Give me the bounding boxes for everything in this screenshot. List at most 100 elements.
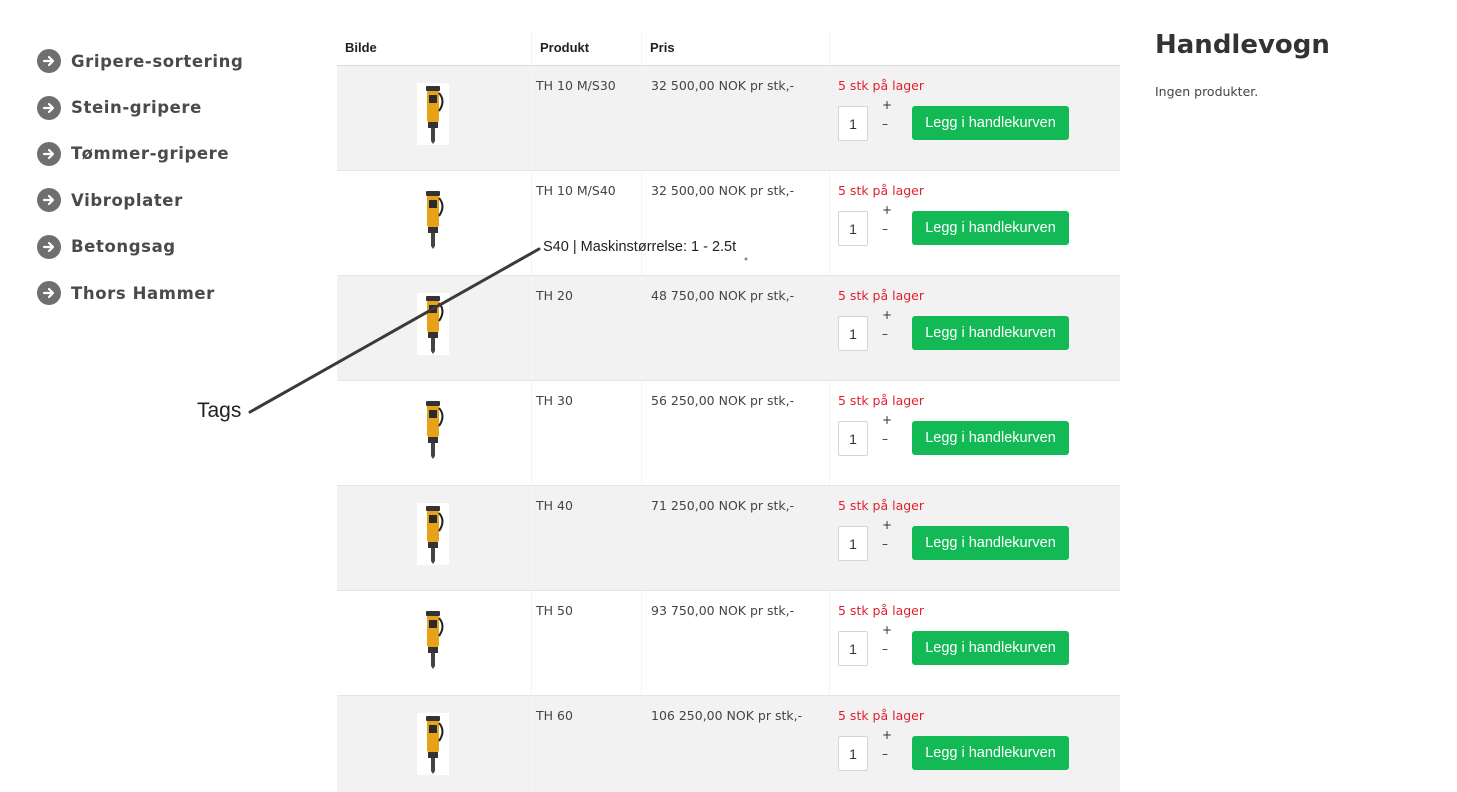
sidebar-item-label: Thors Hammer	[71, 283, 215, 303]
sidebar-item-stein-gripere[interactable]: Stein-gripere	[37, 84, 297, 130]
arrow-right-circle-icon	[37, 281, 61, 306]
product-thumbnail[interactable]	[417, 713, 449, 775]
sidebar-item-betongsag[interactable]: Betongsag	[37, 224, 297, 270]
stock-status: 5 stk på lager	[838, 78, 925, 93]
quantity-increment-button[interactable]: +	[882, 413, 892, 427]
quantity-decrement-button[interactable]: –	[882, 642, 888, 656]
quantity-input[interactable]: 1	[838, 421, 868, 456]
add-to-cart-button[interactable]: Legg i handlekurven	[912, 421, 1069, 455]
add-to-cart-button[interactable]: Legg i handlekurven	[912, 526, 1069, 560]
stock-status: 5 stk på lager	[838, 603, 925, 618]
product-thumbnail[interactable]	[417, 608, 449, 670]
add-to-cart-button[interactable]: Legg i handlekurven	[912, 631, 1069, 665]
column-header-image: Bilde	[337, 31, 532, 65]
quantity-decrement-button[interactable]: –	[882, 117, 888, 131]
product-name[interactable]: TH 10 M/S30	[532, 66, 642, 170]
table-row: TH 30 56 250,00 NOK pr stk,- 5 stk på lage…	[337, 381, 1120, 486]
arrow-right-circle-icon	[37, 49, 61, 74]
image-cell	[337, 591, 532, 695]
product-thumbnail[interactable]	[417, 293, 449, 355]
product-name[interactable]: TH 50	[532, 591, 642, 695]
quantity-input[interactable]: 1	[838, 106, 868, 141]
quantity-increment-button[interactable]: +	[882, 98, 892, 112]
product-price: 93 750,00 NOK pr stk,-	[642, 591, 830, 695]
quantity-input[interactable]: 1	[838, 211, 868, 246]
arrow-right-circle-icon	[37, 188, 61, 213]
product-thumbnail[interactable]	[417, 188, 449, 250]
cart-empty-text: Ingen produkter.	[1155, 84, 1259, 99]
quantity-increment-button[interactable]: +	[882, 308, 892, 322]
product-name[interactable]: TH 40	[532, 486, 642, 590]
actions-cell: 5 stk på lager 1 + – Legg i handlekurven	[830, 381, 1120, 485]
quantity-increment-button[interactable]: +	[882, 203, 892, 217]
quantity-increment-button[interactable]: +	[882, 518, 892, 532]
product-price: 106 250,00 NOK pr stk,-	[642, 696, 830, 792]
product-name[interactable]: TH 60	[532, 696, 642, 792]
product-thumbnail[interactable]	[417, 398, 449, 460]
add-to-cart-button[interactable]: Legg i handlekurven	[912, 736, 1069, 770]
actions-cell: 5 stk på lager 1 + – Legg i handlekurven	[830, 591, 1120, 695]
actions-cell: 5 stk på lager 1 + – Legg i handlekurven	[830, 486, 1120, 590]
table-row: TH 60 106 250,00 NOK pr stk,- 5 stk på lag…	[337, 696, 1120, 792]
sidebar-item-label: Vibroplater	[71, 190, 183, 210]
product-thumbnail[interactable]	[417, 503, 449, 565]
cart-title: Handlevogn	[1155, 30, 1330, 60]
product-name[interactable]: TH 30	[532, 381, 642, 485]
sidebar-item-label: Stein-gripere	[71, 98, 202, 118]
stock-status: 5 stk på lager	[838, 393, 925, 408]
quantity-input[interactable]: 1	[838, 316, 868, 351]
quantity-input[interactable]: 1	[838, 631, 868, 666]
table-row: TH 20 48 750,00 NOK pr stk,- 5 stk på lage…	[337, 276, 1120, 381]
image-cell	[337, 171, 532, 275]
actions-cell: 5 stk på lager 1 + – Legg i handlekurven	[830, 696, 1120, 792]
sidebar-item-label: Betongsag	[71, 237, 176, 257]
image-cell	[337, 381, 532, 485]
table-header: Bilde Produkt Pris	[337, 31, 1120, 66]
cart-panel: Handlevogn Ingen produkter.	[1155, 30, 1330, 99]
actions-cell: 5 stk på lager 1 + – Legg i handlekurven	[830, 276, 1120, 380]
quantity-increment-button[interactable]: +	[882, 728, 892, 742]
column-header-actions	[830, 31, 1120, 65]
image-cell	[337, 276, 532, 380]
sidebar-item-gripere-sortering[interactable]: Gripere-sortering	[37, 38, 297, 84]
quantity-decrement-button[interactable]: –	[882, 222, 888, 236]
arrow-right-circle-icon	[37, 141, 61, 166]
sidebar-item-label: Gripere-sortering	[71, 51, 244, 71]
column-header-product: Produkt	[532, 31, 642, 65]
product-price: 56 250,00 NOK pr stk,-	[642, 381, 830, 485]
arrow-right-circle-icon	[37, 95, 61, 120]
table-row: TH 50 93 750,00 NOK pr stk,- 5 stk på lage…	[337, 591, 1120, 696]
product-thumbnail[interactable]	[417, 83, 449, 145]
column-header-price: Pris	[642, 31, 830, 65]
add-to-cart-button[interactable]: Legg i handlekurven	[912, 106, 1069, 140]
image-cell	[337, 696, 532, 792]
product-name[interactable]: TH 10 M/S40	[532, 171, 642, 275]
stock-status: 5 stk på lager	[838, 183, 925, 198]
image-cell	[337, 486, 532, 590]
stock-status: 5 stk på lager	[838, 708, 925, 723]
arrow-right-circle-icon	[37, 234, 61, 259]
product-table: Bilde Produkt Pris TH 10 M/S30 32 500,00 …	[337, 31, 1120, 792]
product-name[interactable]: TH 20	[532, 276, 642, 380]
table-row: TH 40 71 250,00 NOK pr stk,- 5 stk på lage…	[337, 486, 1120, 591]
add-to-cart-button[interactable]: Legg i handlekurven	[912, 211, 1069, 245]
tag-tooltip-text: S40 | Maskinstørrelse: 1 - 2.5t	[543, 239, 737, 255]
sidebar-item-thors-hammer[interactable]: Thors Hammer	[37, 270, 297, 316]
quantity-decrement-button[interactable]: –	[882, 327, 888, 341]
actions-cell: 5 stk på lager 1 + – Legg i handlekurven	[830, 171, 1120, 275]
stock-status: 5 stk på lager	[838, 288, 925, 303]
quantity-increment-button[interactable]: +	[882, 623, 892, 637]
sidebar-item-tommer-gripere[interactable]: Tømmer-gripere	[37, 131, 297, 177]
actions-cell: 5 stk på lager 1 + – Legg i handlekurven	[830, 66, 1120, 170]
category-sidebar: Gripere-sortering Stein-gripere Tømmer-g…	[37, 38, 297, 316]
product-price: 32 500,00 NOK pr stk,-	[642, 66, 830, 170]
sidebar-item-label: Tømmer-gripere	[71, 144, 230, 164]
quantity-decrement-button[interactable]: –	[882, 432, 888, 446]
quantity-decrement-button[interactable]: –	[882, 537, 888, 551]
sidebar-item-vibroplater[interactable]: Vibroplater	[37, 177, 297, 223]
quantity-input[interactable]: 1	[838, 736, 868, 771]
quantity-input[interactable]: 1	[838, 526, 868, 561]
quantity-decrement-button[interactable]: –	[882, 747, 888, 761]
tags-annotation-label: Tags	[197, 399, 242, 422]
add-to-cart-button[interactable]: Legg i handlekurven	[912, 316, 1069, 350]
